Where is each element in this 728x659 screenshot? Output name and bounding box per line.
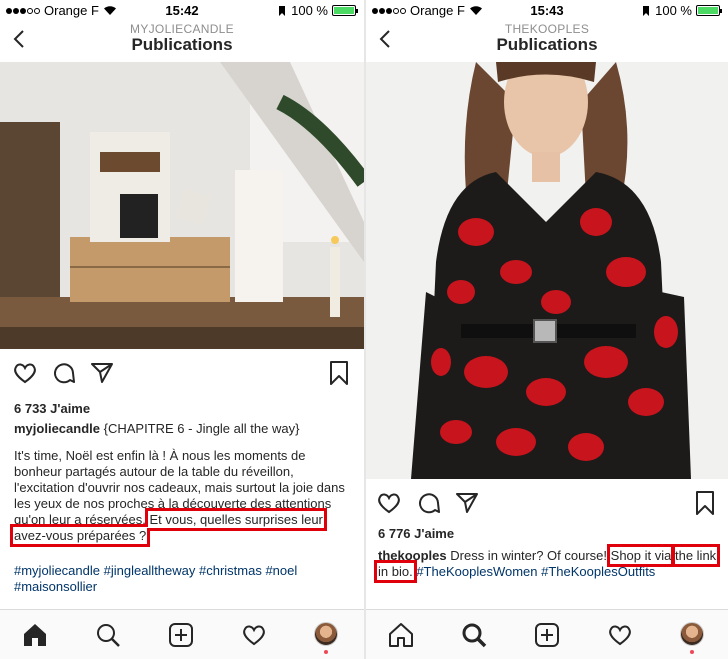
caption-hashtags[interactable]: #myjoliecandle #jinglealltheway #christm…	[14, 563, 350, 595]
caption-username[interactable]: myjoliecandle	[14, 421, 100, 436]
add-icon[interactable]	[534, 622, 560, 648]
caption-username[interactable]: thekooples	[378, 548, 447, 563]
search-icon[interactable]	[461, 622, 487, 648]
account-name: THEKOOPLES	[504, 22, 590, 36]
caption-header: myjoliecandle {CHAPITRE 6 - Jingle all t…	[14, 421, 350, 437]
battery-percent: 100 %	[291, 3, 328, 18]
right-screen: Orange F 15:43 100 % THEKOOPLES Publicat…	[366, 0, 728, 659]
alarm-icon	[643, 5, 650, 16]
heart-icon[interactable]	[12, 360, 38, 386]
hashtag-women[interactable]: #TheKooplesWomen	[416, 564, 537, 579]
left-screen: Orange F 15:42 100 % MYJOLIECANDLE Publi…	[0, 0, 364, 659]
activity-icon[interactable]	[607, 622, 633, 648]
caption-text: Dress in winter? Of course!	[450, 548, 608, 563]
top-nav: THEKOOPLES Publications	[366, 20, 728, 63]
profile-tab[interactable]	[680, 622, 706, 654]
account-name: MYJOLIECANDLE	[130, 22, 234, 36]
profile-avatar[interactable]	[314, 622, 338, 646]
bottom-tab-bar	[366, 609, 728, 659]
post-photo[interactable]	[0, 62, 364, 349]
alarm-icon	[279, 5, 286, 16]
post-photo[interactable]	[366, 62, 728, 479]
notification-dot	[324, 650, 328, 654]
status-bar: Orange F 15:43 100 %	[366, 0, 728, 20]
activity-icon[interactable]	[241, 622, 267, 648]
comment-icon[interactable]	[416, 490, 442, 516]
top-nav: MYJOLIECANDLE Publications	[0, 20, 364, 63]
hashtag-outfits[interactable]: #TheKooplesOutfits	[541, 564, 655, 579]
home-icon[interactable]	[388, 622, 414, 648]
share-icon[interactable]	[89, 360, 115, 386]
post-actions	[0, 358, 364, 388]
share-icon[interactable]	[454, 490, 480, 516]
page-title: Publications	[131, 35, 233, 54]
highlighted-shop-link-a: Shop it via	[606, 544, 676, 567]
post-actions	[366, 488, 728, 518]
page-title: Publications	[496, 35, 598, 54]
profile-avatar[interactable]	[680, 622, 704, 646]
like-count[interactable]: 6 776 J'aime	[378, 526, 454, 541]
like-count[interactable]: 6 733 J'aime	[14, 401, 90, 416]
status-bar: Orange F 15:42 100 %	[0, 0, 364, 20]
home-icon[interactable]	[22, 622, 48, 648]
heart-icon[interactable]	[376, 490, 402, 516]
caption-first-line: {CHAPITRE 6 - Jingle all the way}	[103, 421, 300, 436]
bookmark-icon[interactable]	[326, 360, 352, 386]
search-icon[interactable]	[95, 622, 121, 648]
caption-body: thekooples Dress in winter? Of course! S…	[373, 544, 721, 583]
comment-icon[interactable]	[51, 360, 77, 386]
caption-body: It's time, Noël est enfin là ! À nous le…	[10, 448, 352, 547]
notification-dot	[690, 650, 694, 654]
profile-tab[interactable]	[314, 622, 340, 654]
battery-icon	[696, 5, 722, 16]
battery-percent: 100 %	[655, 3, 692, 18]
bookmark-icon[interactable]	[692, 490, 718, 516]
bottom-tab-bar	[0, 609, 364, 659]
battery-icon	[332, 5, 358, 16]
add-icon[interactable]	[168, 622, 194, 648]
